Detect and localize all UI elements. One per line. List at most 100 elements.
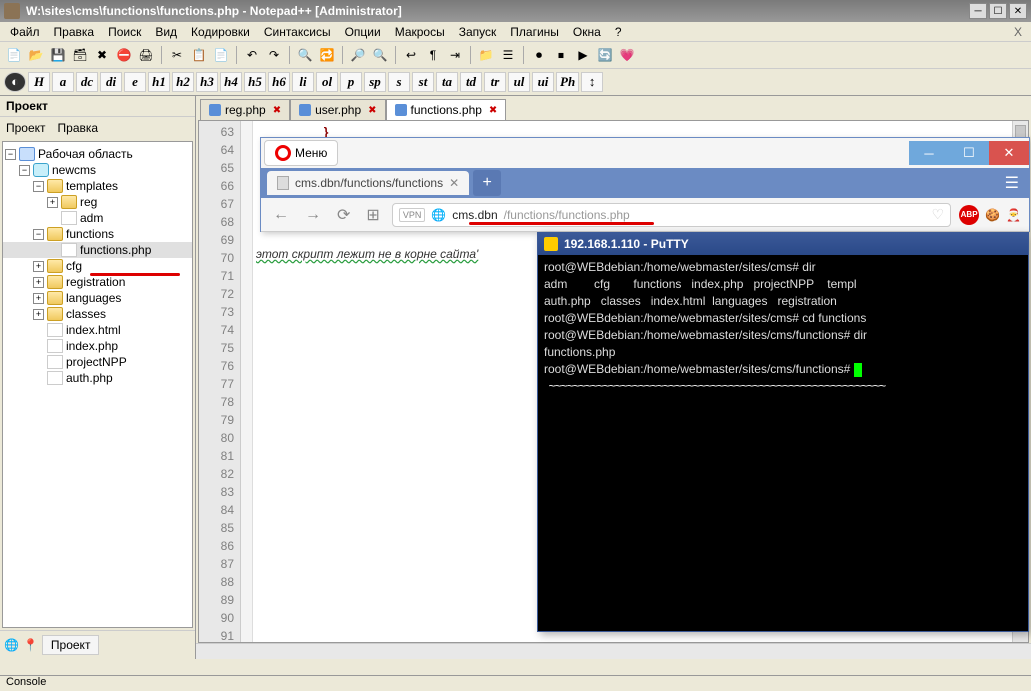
- npp-minimize-button[interactable]: ─: [969, 3, 987, 19]
- tree-adm[interactable]: adm: [3, 210, 192, 226]
- project-bottom-tab[interactable]: Проект: [42, 635, 100, 655]
- tb2-li[interactable]: li: [292, 72, 314, 92]
- close-icon[interactable]: ✖: [273, 105, 281, 116]
- tree-newcms[interactable]: −newcms: [3, 162, 192, 178]
- putty-titlebar[interactable]: 192.168.1.110 - PuTTY: [538, 233, 1028, 255]
- tree-auth-php[interactable]: auth.php: [3, 370, 192, 386]
- menu-file[interactable]: Файл: [4, 23, 46, 41]
- opera-maximize-button[interactable]: ☐: [949, 141, 989, 165]
- project-tree[interactable]: −Рабочая область −newcms −templates +reg…: [2, 141, 193, 628]
- project-menu-edit[interactable]: Правка: [58, 121, 99, 135]
- tb2-h2[interactable]: h2: [172, 72, 194, 92]
- pb-world-icon[interactable]: 🌐: [4, 638, 19, 652]
- tb-indent-icon[interactable]: ⇥: [445, 45, 465, 65]
- tb2-h6[interactable]: h6: [268, 72, 290, 92]
- menu-settings[interactable]: Опции: [339, 23, 387, 41]
- tb2-a[interactable]: a: [52, 72, 74, 92]
- tb2-h3[interactable]: h3: [196, 72, 218, 92]
- menu-encoding[interactable]: Кодировки: [185, 23, 256, 41]
- opera-forward-icon[interactable]: →: [301, 204, 325, 226]
- tb-cut-icon[interactable]: ✂: [167, 45, 187, 65]
- tb-macro-record-icon[interactable]: ⏺: [529, 45, 549, 65]
- tree-cfg[interactable]: +cfg: [3, 258, 192, 274]
- putty-terminal[interactable]: root@WEBdebian:/home/webmaster/sites/cms…: [538, 255, 1028, 399]
- tree-languages[interactable]: +languages: [3, 290, 192, 306]
- vpn-badge[interactable]: VPN: [399, 208, 426, 222]
- close-icon[interactable]: ✖: [368, 105, 376, 116]
- tb-replace-icon[interactable]: 🔁: [317, 45, 337, 65]
- file-tab-reg[interactable]: reg.php✖: [200, 99, 290, 120]
- editor-hscrollbar[interactable]: [196, 643, 1031, 659]
- tb-funclist-icon[interactable]: ☰: [498, 45, 518, 65]
- opera-reload-icon[interactable]: ⟳: [333, 203, 354, 227]
- opera-newtab-button[interactable]: +: [473, 170, 501, 196]
- close-icon[interactable]: ✖: [489, 105, 497, 116]
- opera-minimize-button[interactable]: ─: [909, 141, 949, 165]
- npp-doc-close-button[interactable]: X: [1009, 25, 1027, 39]
- tb2-p[interactable]: p: [340, 72, 362, 92]
- tb2-st[interactable]: st: [412, 72, 434, 92]
- tree-classes[interactable]: +classes: [3, 306, 192, 322]
- tb-find-icon[interactable]: 🔍: [295, 45, 315, 65]
- tb-undo-icon[interactable]: ↶: [242, 45, 262, 65]
- tb2-H[interactable]: H: [28, 72, 50, 92]
- fold-margin[interactable]: [241, 121, 253, 642]
- tb-macro-play-icon[interactable]: ▶: [573, 45, 593, 65]
- tb2-ta[interactable]: ta: [436, 72, 458, 92]
- tb-redo-icon[interactable]: ↷: [264, 45, 284, 65]
- tb-folder-icon[interactable]: 📁: [476, 45, 496, 65]
- tb2-h5[interactable]: h5: [244, 72, 266, 92]
- menu-search[interactable]: Поиск: [102, 23, 147, 41]
- tb2-ul[interactable]: ul: [508, 72, 530, 92]
- tb-macro-stop-icon[interactable]: ⏹: [551, 45, 571, 65]
- menu-window[interactable]: Окна: [567, 23, 607, 41]
- tb2-ui[interactable]: ui: [532, 72, 554, 92]
- opera-close-button[interactable]: ✕: [989, 141, 1029, 165]
- project-menu-project[interactable]: Проект: [6, 121, 46, 135]
- tree-workspace[interactable]: −Рабочая область: [3, 146, 192, 162]
- pb-pin-icon[interactable]: 📍: [23, 638, 38, 652]
- tb2-tr[interactable]: tr: [484, 72, 506, 92]
- opera-hamburger-icon[interactable]: ☰: [1001, 169, 1023, 197]
- tb-zoomin-icon[interactable]: 🔎: [348, 45, 368, 65]
- tb-saveall-icon[interactable]: 🗃: [70, 45, 90, 65]
- opera-menu-button[interactable]: Меню: [264, 140, 338, 166]
- file-tab-user[interactable]: user.php✖: [290, 99, 385, 120]
- tb-close-icon[interactable]: ✖: [92, 45, 112, 65]
- tb2-cookie-icon[interactable]: ◐: [4, 72, 26, 92]
- tb2-e[interactable]: e: [124, 72, 146, 92]
- menu-help[interactable]: ?: [609, 23, 628, 41]
- tree-projectnpp[interactable]: projectNPP: [3, 354, 192, 370]
- file-tab-functions[interactable]: functions.php✖: [386, 99, 507, 120]
- tb-print-icon[interactable]: 🖨: [136, 45, 156, 65]
- tb2-ol[interactable]: ol: [316, 72, 338, 92]
- adblock-icon[interactable]: ABP: [959, 205, 979, 225]
- tb-zoomout-icon[interactable]: 🔍: [370, 45, 390, 65]
- npp-maximize-button[interactable]: ☐: [989, 3, 1007, 19]
- tb2-h1[interactable]: h1: [148, 72, 170, 92]
- tb-heart-icon[interactable]: 💗: [617, 45, 637, 65]
- tb2-s[interactable]: s: [388, 72, 410, 92]
- tb2-td[interactable]: td: [460, 72, 482, 92]
- tb-new-icon[interactable]: 📄: [4, 45, 24, 65]
- menu-edit[interactable]: Правка: [48, 23, 101, 41]
- tree-templates[interactable]: −templates: [3, 178, 192, 194]
- tree-registration[interactable]: +registration: [3, 274, 192, 290]
- npp-close-button[interactable]: ✕: [1009, 3, 1027, 19]
- tb-wordwrap-icon[interactable]: ↩: [401, 45, 421, 65]
- tb-paste-icon[interactable]: 📄: [211, 45, 231, 65]
- tb2-sp[interactable]: sp: [364, 72, 386, 92]
- opera-speed-dial-icon[interactable]: ⊞: [362, 203, 383, 227]
- tree-functions-folder[interactable]: −functions: [3, 226, 192, 242]
- tb-save-icon[interactable]: 💾: [48, 45, 68, 65]
- opera-tab[interactable]: cms.dbn/functions/functions ✕: [267, 171, 469, 195]
- menu-view[interactable]: Вид: [149, 23, 183, 41]
- tb-closeall-icon[interactable]: ⛔: [114, 45, 134, 65]
- tb2-dc[interactable]: dc: [76, 72, 98, 92]
- tree-index-php[interactable]: index.php: [3, 338, 192, 354]
- bookmark-heart-icon[interactable]: ♡: [932, 206, 945, 223]
- tb2-arrow-icon[interactable]: ↕: [581, 72, 603, 92]
- menu-language[interactable]: Синтаксисы: [258, 23, 337, 41]
- tb2-Ph[interactable]: Ph: [556, 72, 579, 92]
- menu-plugins[interactable]: Плагины: [504, 23, 565, 41]
